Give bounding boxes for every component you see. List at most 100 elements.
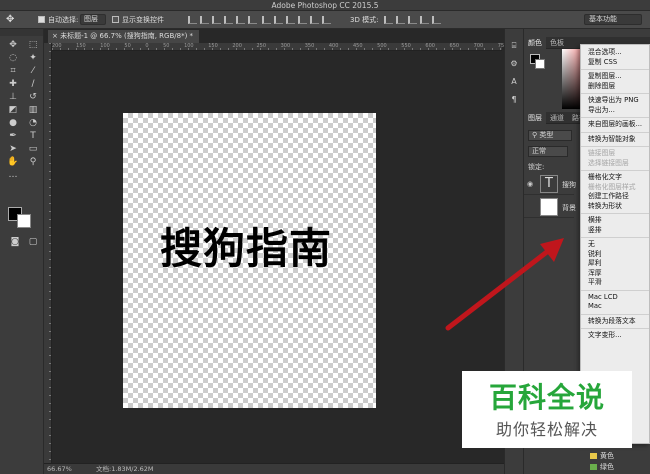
document-tab-title: 未标题-1 @ 66.7% (搜狗指南, RGB/8*) * [60,32,194,40]
layer-kind-label: 类型 [539,131,554,139]
menu-item[interactable]: 转换为段落文本 [581,317,649,327]
lock-label: 锁定: [528,163,545,171]
move-icon[interactable]: ✥ [4,39,22,51]
watermark-logo: 百科全说 助你轻松解决 [462,371,632,448]
path-select-icon[interactable]: ➤ [4,143,22,155]
layer-name: 搜狗 [562,181,576,189]
menu-item[interactable]: 横排 [581,216,649,226]
swatch-folder-yellow[interactable]: 黄色 [590,451,614,461]
dodge-icon[interactable]: ◔ [24,117,42,129]
hand-icon[interactable]: ✋ [4,156,22,168]
folder-icon [590,464,597,470]
layer-row-background[interactable]: 背景 [524,196,576,218]
properties-panel-icon[interactable]: ⚙ [507,57,521,70]
document-tab[interactable]: × 未标题-1 @ 66.7% (搜狗指南, RGB/8*) * [48,30,200,43]
options-bar: ✥ 自动选择: 图层 显示变换控件 3D 模式: 基本功能 [0,11,650,29]
eraser-icon[interactable]: ◩ [4,104,22,116]
status-bar: 66.67% 文档:1.83M/2.62M [44,463,504,474]
menu-item[interactable]: 文字变形... [581,331,649,341]
menu-separator [581,117,649,118]
stamp-icon[interactable]: ⊥ [4,91,22,103]
folder-icon [590,453,597,459]
panel-background-color[interactable] [535,59,545,69]
ruler-numbers: 200 150 100 50 0 50 100 150 200 250 300 … [52,43,532,49]
rectangle-icon[interactable]: ▭ [24,143,42,155]
move-tool-icon[interactable]: ✥ [6,14,24,26]
menu-item[interactable]: 复制图层... [581,72,649,82]
menu-item[interactable]: 删除图层 [581,82,649,92]
tab-swatches[interactable]: 色板 [546,37,568,49]
menu-separator [581,131,649,133]
crop-icon[interactable]: ⌗ [4,65,22,77]
align-buttons[interactable] [188,16,257,24]
swatch-folder-label: 黄色 [600,452,614,460]
menu-item: 链接图层 [588,149,616,157]
character-panel-icon[interactable]: A [507,75,521,88]
3d-mode-buttons[interactable] [384,16,441,24]
show-transform-checkbox[interactable] [112,16,119,23]
tab-layers[interactable]: 图层 [524,112,546,124]
type-icon[interactable]: T [24,130,42,142]
auto-select-checkbox[interactable] [38,16,45,23]
menu-item[interactable]: 平滑 [581,278,649,288]
tab-color[interactable]: 颜色 [524,37,546,49]
color-swatches[interactable] [8,207,34,229]
healing-brush-icon[interactable]: ✚ [4,78,22,90]
menu-separator [581,213,649,214]
zoom-level[interactable]: 66.67% [47,464,72,474]
menu-separator [581,93,649,94]
blend-mode-dropdown[interactable]: 正常 [528,146,568,157]
auto-select-dropdown[interactable]: 图层 [80,14,106,25]
menu-item[interactable]: 混合选项... [581,48,649,58]
menu-item[interactable]: Mac LCD [581,293,649,303]
menu-item[interactable]: 浑厚 [581,269,649,279]
watermark-title: 百科全说 [488,381,605,414]
distribute-buttons[interactable] [262,16,331,24]
layer-row-text[interactable]: ◉ T 搜狗 [524,173,576,195]
history-panel-icon[interactable]: ⌸ [507,39,521,52]
history-brush-icon[interactable]: ↺ [24,91,42,103]
menu-separator [581,237,649,238]
menu-item[interactable]: 栅格化文字 [581,173,649,183]
menu-item[interactable]: 复制 CSS [581,58,649,68]
paragraph-panel-icon[interactable]: ¶ [507,93,521,106]
auto-select-label: 自动选择: [48,16,79,24]
quick-mask-icon[interactable]: ◙ [6,236,24,248]
menu-item[interactable]: 创建工作路径 [581,192,649,202]
more-tools-icon[interactable]: … [4,169,22,181]
menu-item[interactable]: 来自图层的画板... [581,120,649,130]
brush-icon[interactable]: ∕ [24,78,42,90]
swatch-folder-label: 绿色 [600,463,614,471]
lasso-icon[interactable]: ◌ [4,52,22,64]
close-icon[interactable]: × [52,32,60,40]
menu-item[interactable]: 快速导出为 PNG [581,96,649,106]
menu-separator [581,313,649,315]
menu-item[interactable]: Mac [581,302,649,312]
screen-mode-icon[interactable]: ▢ [24,236,42,248]
pen-icon[interactable]: ✒ [4,130,22,142]
eye-icon[interactable]: ◉ [527,180,533,188]
layer-kind-filter[interactable]: ⚲ 类型 [528,130,572,141]
tab-channels[interactable]: 通道 [546,112,568,124]
background-color[interactable] [17,214,31,228]
panel-grip[interactable] [0,29,43,36]
menu-item[interactable]: 无 [581,240,649,250]
marquee-icon[interactable]: ⬚ [24,39,42,51]
blur-icon[interactable]: ● [4,117,22,129]
zoom-icon[interactable]: ⚲ [24,156,42,168]
menu-item[interactable]: 导出为... [581,106,649,116]
workspace-switcher[interactable]: 基本功能 [584,14,642,25]
eyedropper-icon[interactable]: ⁄ [24,65,42,77]
gradient-icon[interactable]: ▥ [24,104,42,116]
menu-item[interactable]: 转换为形状 [581,202,649,212]
swatch-folder-green[interactable]: 绿色 [590,462,614,472]
text-layer-thumbnail: T [540,175,558,193]
watermark-subtitle: 助你轻松解决 [495,420,598,439]
canvas-text-layer[interactable]: 搜狗指南 [160,224,332,274]
ruler-vertical [44,43,52,463]
menu-item[interactable]: 犀利 [581,259,649,269]
magic-wand-icon[interactable]: ✦ [24,52,42,64]
menu-item[interactable]: 锐利 [581,250,649,260]
menu-item[interactable]: 竖排 [581,226,649,236]
menu-item[interactable]: 转换为智能对象 [581,135,649,145]
